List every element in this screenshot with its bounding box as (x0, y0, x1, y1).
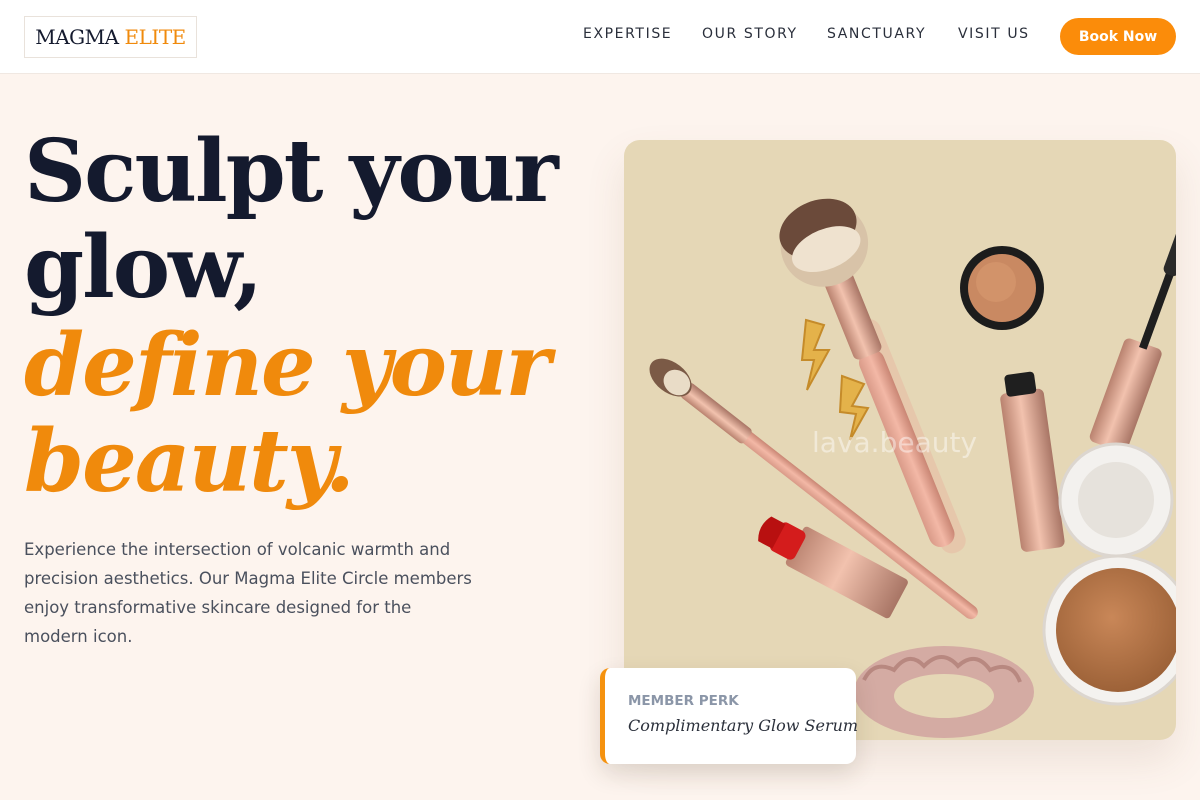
headline-line-4: beauty. (24, 411, 355, 512)
headline-line-3: define your (24, 315, 551, 416)
hero-product-image: lava.beauty (624, 140, 1176, 740)
headline-line-1: Sculpt your (24, 121, 559, 222)
perk-label: MEMBER PERK (628, 693, 739, 709)
brand-name-accent: ELITE (124, 25, 187, 49)
site-header: MAGMA ELITE EXPERTISE OUR STORY SANCTUAR… (0, 0, 1200, 74)
headline-line-2: glow, (24, 217, 263, 318)
book-now-button[interactable]: Book Now (1060, 18, 1176, 55)
nav-link-our-story[interactable]: OUR STORY (702, 26, 798, 42)
hero-description: Experience the intersection of volcanic … (24, 540, 472, 646)
nav-link-sanctuary[interactable]: SANCTUARY (827, 26, 926, 42)
nav-link-visit-us[interactable]: VISIT US (958, 26, 1030, 42)
perk-value: Complimentary Glow Serum (628, 716, 859, 735)
brand-name-primary: MAGMA (35, 25, 119, 49)
image-watermark: lava.beauty (812, 426, 978, 459)
nav-link-expertise[interactable]: EXPERTISE (583, 26, 672, 42)
brand-logo[interactable]: MAGMA ELITE (24, 16, 197, 58)
member-perk-card: MEMBER PERK Complimentary Glow Serum (600, 668, 859, 764)
